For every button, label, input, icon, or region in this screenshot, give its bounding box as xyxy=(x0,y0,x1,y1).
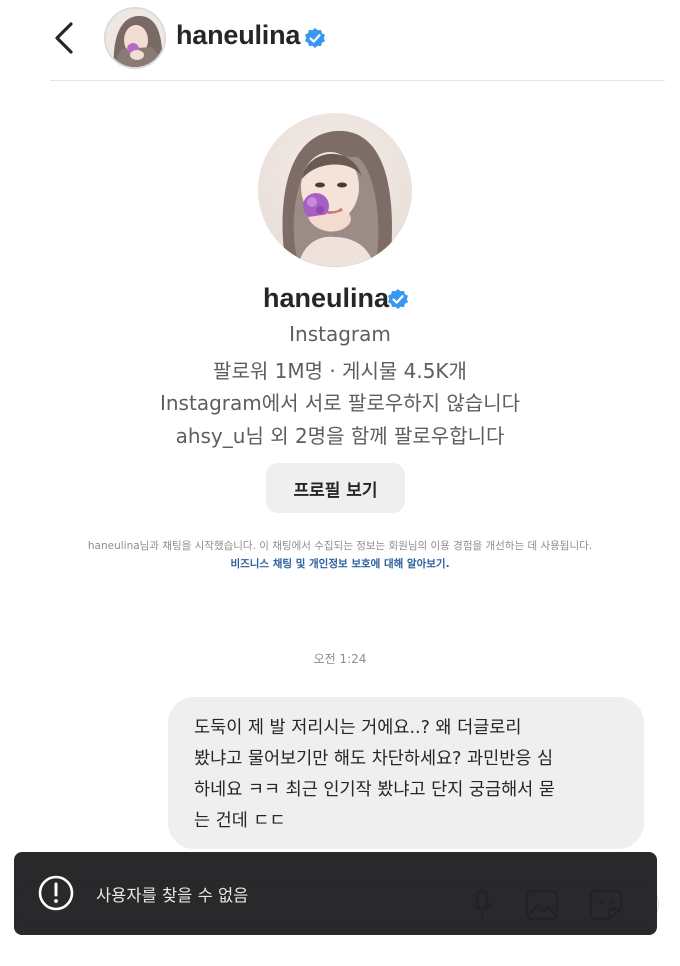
toast-message: 사용자를 찾을 수 없음 xyxy=(96,886,249,905)
profile-username-text: haneulina xyxy=(262,283,390,313)
message-line: 봤냐고 물어보기만 해도 차단하세요? 과민반응 심 xyxy=(194,749,554,769)
back-button[interactable] xyxy=(46,18,82,58)
message-timestamp: 오전 1:24 xyxy=(313,652,367,666)
view-profile-button[interactable]: 프로필 보기 xyxy=(266,463,405,513)
header-username[interactable]: haneulina xyxy=(176,20,300,51)
profile-avatar[interactable] xyxy=(258,113,412,267)
mutual-followers[interactable]: ahsy_u님 외 2명을 함께 팔로우합니다 xyxy=(0,420,680,449)
message-line: 는 건데 ㄷㄷ xyxy=(194,811,286,831)
sent-message-bubble[interactable]: 도둑이 제 발 저리시는 거에요..? 왜 더글로리 봤냐고 물어보기만 해도 … xyxy=(168,697,644,849)
verified-badge-icon xyxy=(305,28,325,48)
header-divider xyxy=(50,80,665,81)
chat-privacy-notice: haneulina님과 채팅을 시작했습니다. 이 채팅에서 수집되는 정보는 … xyxy=(18,537,662,573)
message-line: 하네요 ㅋㅋ 최근 인기작 봤냐고 단지 궁금해서 묻 xyxy=(194,780,555,800)
notice-text: haneulina님과 채팅을 시작했습니다. 이 채팅에서 수집되는 정보는 … xyxy=(87,540,593,552)
chat-header: haneulina xyxy=(0,0,680,80)
message-line: 도둑이 제 발 저리시는 거에요..? 왜 더글로리 xyxy=(194,718,522,738)
follow-status: Instagram에서 서로 팔로우하지 않습니다 xyxy=(159,391,521,415)
profile-stats: 팔로워 1M명 · 게시물 4.5K개 xyxy=(213,359,467,383)
alert-circle-icon xyxy=(38,875,74,911)
chevron-left-icon xyxy=(55,22,73,54)
profile-photo xyxy=(258,113,412,267)
profile-platform: Instagram xyxy=(289,322,391,346)
avatar-photo xyxy=(106,9,164,67)
privacy-learn-more-link[interactable]: 비즈니스 채팅 및 개인정보 보호에 대해 알아보기. xyxy=(230,558,449,570)
header-avatar[interactable] xyxy=(104,7,166,69)
verified-badge-icon xyxy=(388,289,408,309)
profile-username: haneulina xyxy=(0,283,680,314)
